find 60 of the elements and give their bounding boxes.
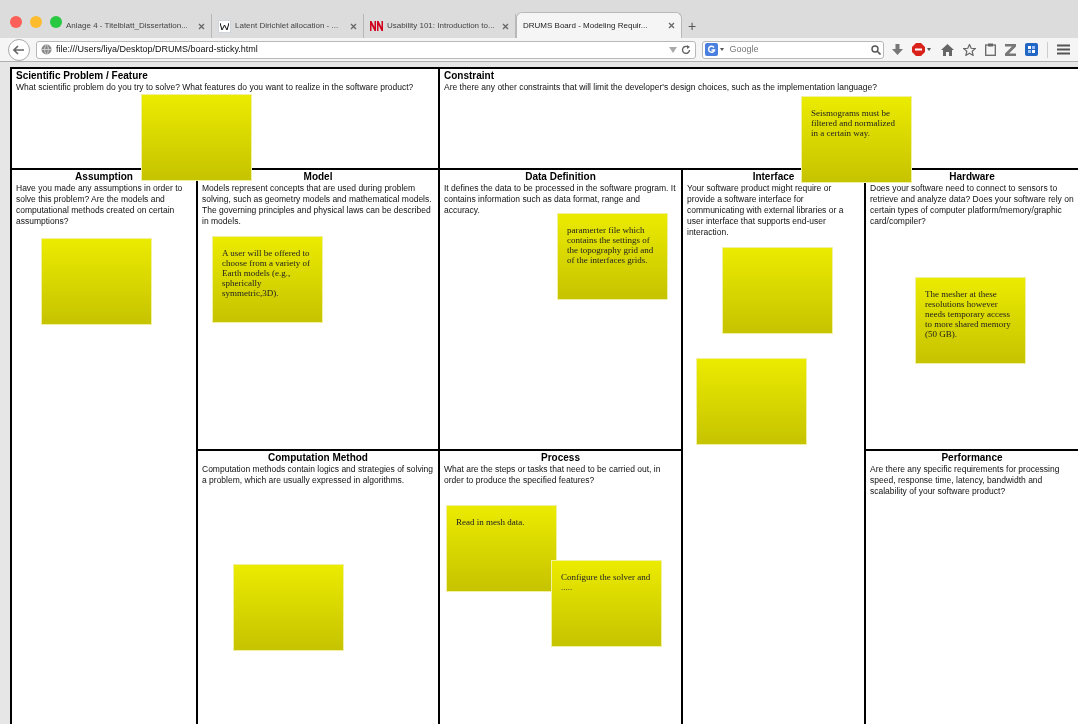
star-icon[interactable] <box>963 43 976 56</box>
note-text: paramerter file which contains the settings of the topography grid and of the interfaces grids. <box>567 225 655 265</box>
section-description: Have you made any assumptions in order to solve this problem? Are the models and computational methods created on certain assumptions? <box>16 183 184 227</box>
download-icon[interactable] <box>892 43 903 56</box>
search-field[interactable]: Google <box>702 40 884 59</box>
menu-icon[interactable] <box>1057 44 1070 55</box>
section-title: Interface <box>751 171 796 183</box>
section-title: Assumption <box>74 171 134 183</box>
section-title: Performance <box>940 452 1004 464</box>
section-title: Hardware <box>948 171 996 183</box>
address-text: file:///Users/liya/Desktop/DRUMS/board-sticky.html <box>55 42 259 56</box>
reload-icon[interactable] <box>681 44 692 55</box>
address-bar[interactable]: file:///Users/liya/Desktop/DRUMS/board-sticky.html <box>35 40 697 59</box>
note-text: Read in mesh data. <box>456 517 526 527</box>
sticky-note[interactable]: paramerter file which contains the settings of the topography grid and of the interfaces grids. <box>557 213 668 300</box>
globe-icon <box>40 44 52 55</box>
w-logo-icon <box>218 19 231 33</box>
note-text: The mesher at these resolutions however needs temporary access to more shared memory (50 GB). <box>925 289 1012 339</box>
section-description: What scientific problem do you try to solve? What features do you want to realize in the software product? <box>16 82 415 93</box>
note-text: Seismograms must be filtered and normalized in a certain way. <box>811 108 896 138</box>
extension-icon[interactable] <box>1025 43 1038 56</box>
sticky-note[interactable]: A user will be offered to choose from a variety of Earth models (e.g., spherically symmetric,3D). <box>212 236 323 323</box>
close-tab-icon[interactable] <box>502 22 509 30</box>
section-description: Are there any specific requirements for processing speed, response time, latency, bandwidth and scalability of your software product? <box>870 464 1061 497</box>
section-title: Scientific Problem / Feature <box>16 70 149 82</box>
home-icon[interactable] <box>941 43 954 56</box>
section-description: What are the steps or tasks that need to be carried out, in order to produce the specified features? <box>444 464 662 486</box>
browser-tab[interactable]: DRUMS Board - Modeling Requir... <box>516 12 682 38</box>
zotero-z-icon[interactable] <box>1005 43 1016 56</box>
section-title: Model <box>302 171 334 183</box>
section-title: Data Definition <box>524 171 597 183</box>
back-button[interactable] <box>8 38 30 61</box>
section-description: Your software product might require or provide a software interface for communicating with external libraries or a user interface that supports end-user interaction. <box>687 183 845 238</box>
sticky-note[interactable]: Seismograms must be filtered and normalized in a certain way. <box>801 96 912 183</box>
section-description: Does your software need to connect to sensors to retrieve and analyze data? Does your software rely on certain types of computer platform/memory/graphic card/compiler? <box>870 183 1074 227</box>
search-engine-icon[interactable] <box>705 43 726 56</box>
new-tab-button[interactable]: + <box>682 14 703 38</box>
clipboard-icon[interactable] <box>985 43 996 56</box>
sticky-note[interactable]: The mesher at these resolutions however needs temporary access to more shared memory (50 GB). <box>915 277 1026 364</box>
nn-logo-icon <box>370 21 383 31</box>
stop-sign-icon[interactable] <box>912 43 932 56</box>
note-text: Configure the solver and ..... <box>561 572 652 592</box>
close-tab-icon[interactable] <box>198 22 205 30</box>
section-description: It defines the data to be processed in the software program. It contains information such as data format, range and accuracy. <box>444 183 677 216</box>
close-tab-icon[interactable] <box>350 22 357 30</box>
back-arrow-icon <box>12 44 25 55</box>
note-text: A user will be offered to choose from a variety of Earth models (e.g., spherically symmetric,3D). <box>222 248 311 298</box>
section-title: Constraint <box>444 70 495 82</box>
section-title: Process <box>540 452 581 464</box>
search-icon[interactable] <box>871 44 881 55</box>
search-input[interactable]: Google <box>729 42 867 57</box>
section-description: Are there any other constraints that will limit the developer's design choices, such as the implementation language? <box>444 82 878 93</box>
section-description: Computation methods contain logics and strategies of solving a problem, which are usually expressed in algorithms. <box>202 464 434 486</box>
close-window-button[interactable] <box>10 16 22 28</box>
section-title: Computation Method <box>267 452 369 464</box>
sticky-note[interactable]: Read in mesh data. <box>446 505 557 592</box>
dropdown-icon[interactable] <box>669 46 678 53</box>
section-description: Models represent concepts that are used during problem solving, such as geometry models and mathematical models. The governing principles and physical laws can be described in models. <box>202 183 433 227</box>
sticky-note[interactable]: Configure the solver and ..... <box>551 560 662 647</box>
close-tab-icon[interactable] <box>668 22 675 29</box>
